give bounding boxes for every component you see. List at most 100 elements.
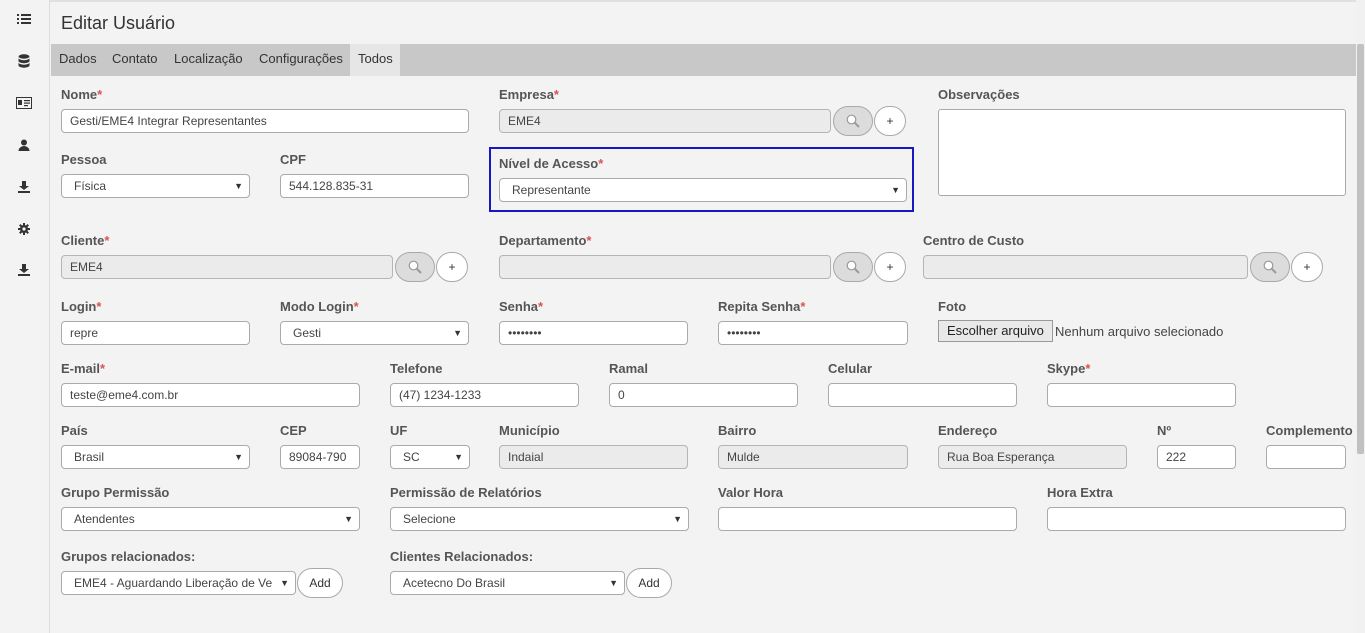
hora-extra-input[interactable] (1047, 507, 1346, 531)
empresa-label: Empresa* (499, 87, 559, 102)
gear-icon[interactable] (16, 221, 32, 237)
uf-label: UF (390, 423, 408, 438)
clientes-relacionados-value: Acetecno Do Brasil (403, 576, 506, 590)
bairro-label: Bairro (718, 423, 757, 438)
uf-value: SC (403, 450, 420, 464)
pais-select[interactable]: Brasil ▼ (61, 445, 250, 469)
chevron-down-icon: ▼ (280, 578, 289, 588)
chevron-down-icon: ▼ (453, 328, 462, 338)
celular-input[interactable] (828, 383, 1017, 407)
cliente-label: Cliente* (61, 233, 110, 248)
tab-todos[interactable]: Todos (350, 44, 400, 76)
file-status-text: Nenhum arquivo selecionado (1055, 324, 1224, 339)
grupo-permissao-select[interactable]: Atendentes ▼ (61, 507, 360, 531)
add-grupo-button[interactable]: Add (297, 568, 343, 598)
sidebar (0, 0, 50, 633)
tab-configuracoes[interactable]: Configurações (251, 44, 351, 76)
valor-hora-input[interactable] (718, 507, 1017, 531)
departamento-input[interactable] (499, 255, 831, 279)
complemento-input[interactable] (1266, 445, 1346, 469)
list-icon[interactable] (16, 11, 32, 27)
bairro-input[interactable]: Mulde (718, 445, 908, 469)
empresa-add-button[interactable]: + (874, 106, 906, 136)
pessoa-value: Física (74, 179, 107, 193)
chevron-down-icon: ▼ (234, 181, 243, 191)
observacoes-label: Observações (938, 87, 1020, 102)
uf-select[interactable]: SC ▼ (390, 445, 470, 469)
id-card-icon[interactable] (16, 95, 32, 111)
chevron-down-icon: ▼ (344, 514, 353, 524)
download-icon[interactable] (16, 262, 32, 278)
scrollbar-thumb[interactable] (1357, 44, 1364, 454)
grupos-relacionados-value: EME4 - Aguardando Liberação de Ve (74, 576, 273, 590)
page-title: Editar Usuário (61, 13, 176, 33)
complemento-label: Complemento (1266, 423, 1353, 438)
nivel-acesso-label: Nível de Acesso* (499, 156, 604, 171)
nome-label: Nome* (61, 87, 103, 102)
skype-input[interactable] (1047, 383, 1236, 407)
empresa-search-button[interactable] (833, 106, 873, 136)
repita-senha-label: Repita Senha* (718, 299, 806, 314)
pais-label: País (61, 423, 88, 438)
search-icon (846, 260, 860, 274)
grupo-permissao-value: Atendentes (74, 512, 135, 526)
permissao-relatorios-label: Permissão de Relatórios (390, 485, 542, 500)
tab-dados[interactable]: Dados (51, 44, 105, 76)
foto-label: Foto (938, 299, 967, 314)
cpf-label: CPF (280, 152, 306, 167)
centro-custo-input[interactable] (923, 255, 1248, 279)
search-icon (1263, 260, 1277, 274)
endereco-input[interactable]: Rua Boa Esperança (938, 445, 1127, 469)
cep-label: CEP (280, 423, 307, 438)
nivel-acesso-value: Representante (512, 183, 591, 197)
cliente-search-button[interactable] (395, 252, 435, 282)
endereco-label: Endereço (938, 423, 998, 438)
nome-input[interactable]: Gesti/EME4 Integrar Representantes (61, 109, 469, 133)
numero-input[interactable]: 222 (1157, 445, 1236, 469)
search-icon (408, 260, 422, 274)
municipio-input[interactable]: Indaial (499, 445, 688, 469)
cpf-input[interactable]: 544.128.835-31 (280, 174, 469, 198)
permissao-relatorios-value: Selecione (403, 512, 456, 526)
grupos-relacionados-select[interactable]: EME4 - Aguardando Liberação de Ve ▼ (61, 571, 296, 595)
clientes-relacionados-select[interactable]: Acetecno Do Brasil ▼ (390, 571, 625, 595)
nivel-acesso-select[interactable]: Representante ▼ (499, 178, 907, 202)
modo-login-value: Gesti (293, 326, 322, 340)
ramal-input[interactable]: 0 (609, 383, 798, 407)
download-icon[interactable] (16, 179, 32, 195)
choose-file-button[interactable]: Escolher arquivo (938, 320, 1053, 342)
database-icon[interactable] (16, 53, 32, 69)
empresa-input[interactable]: EME4 (499, 109, 831, 133)
observacoes-textarea[interactable] (938, 109, 1346, 196)
departamento-add-button[interactable]: + (874, 252, 906, 282)
departamento-search-button[interactable] (833, 252, 873, 282)
celular-label: Celular (828, 361, 873, 376)
user-icon[interactable] (16, 137, 32, 153)
add-cliente-button[interactable]: Add (626, 568, 672, 598)
email-input[interactable]: teste@eme4.com.br (61, 383, 360, 407)
cep-input[interactable]: 89084-790 (280, 445, 360, 469)
centro-custo-search-button[interactable] (1250, 252, 1290, 282)
tab-contato[interactable]: Contato (104, 44, 166, 76)
modo-login-label: Modo Login* (280, 299, 359, 314)
senha-input[interactable]: •••••••• (499, 321, 688, 345)
municipio-label: Município (499, 423, 560, 438)
cliente-add-button[interactable]: + (436, 252, 468, 282)
skype-label: Skype* (1047, 361, 1091, 376)
tab-localizacao[interactable]: Localização (166, 44, 251, 76)
modo-login-select[interactable]: Gesti ▼ (280, 321, 469, 345)
permissao-relatorios-select[interactable]: Selecione ▼ (390, 507, 689, 531)
pessoa-select[interactable]: Física ▼ (61, 174, 250, 198)
login-input[interactable]: repre (61, 321, 250, 345)
telefone-label: Telefone (390, 361, 443, 376)
cliente-input[interactable]: EME4 (61, 255, 393, 279)
centro-custo-add-button[interactable]: + (1291, 252, 1323, 282)
telefone-input[interactable]: (47) 1234-1233 (390, 383, 579, 407)
numero-label: Nº (1157, 423, 1172, 438)
grupos-relacionados-label: Grupos relacionados: (61, 549, 196, 564)
tab-bar: Dados Contato Localização Configurações … (51, 44, 1356, 76)
chevron-down-icon: ▼ (673, 514, 682, 524)
ramal-label: Ramal (609, 361, 649, 376)
clientes-relacionados-label: Clientes Relacionados: (390, 549, 534, 564)
repita-senha-input[interactable]: •••••••• (718, 321, 908, 345)
